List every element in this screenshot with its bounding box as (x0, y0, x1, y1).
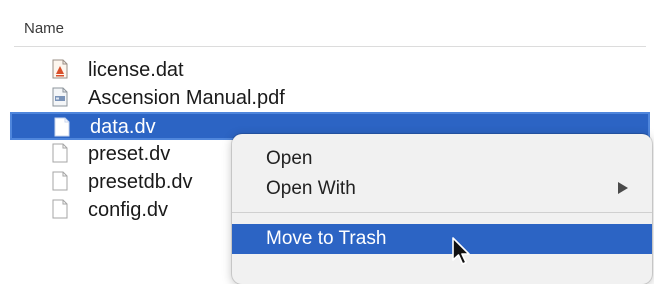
file-name: license.dat (88, 59, 184, 81)
menu-item-open[interactable]: Open (232, 144, 652, 174)
menu-item-label: Open (266, 148, 313, 169)
file-name: presetdb.dv (88, 171, 193, 193)
file-row[interactable]: Ascension Manual.pdf (14, 84, 646, 112)
file-name: data.dv (90, 116, 156, 138)
file-name: preset.dv (88, 143, 171, 165)
menu-item-open-with[interactable]: Open With (232, 174, 652, 204)
column-header-name[interactable]: Name (14, 12, 646, 47)
file-name: config.dv (88, 199, 169, 221)
dat-file-icon (52, 59, 68, 79)
submenu-arrow-icon (618, 182, 628, 194)
column-header-label: Name (24, 20, 65, 37)
finder-window: Name license.dat Ascension Manual.pdf da… (0, 0, 654, 284)
context-menu: Open Open With Move to Trash (232, 134, 652, 284)
file-name: Ascension Manual.pdf (88, 87, 285, 109)
menu-item-label: Open With (266, 178, 356, 199)
menu-item-move-to-trash[interactable]: Move to Trash (232, 224, 652, 254)
pdf-file-icon (52, 87, 68, 107)
blank-file-icon (52, 199, 68, 219)
file-row[interactable]: license.dat (14, 56, 646, 84)
blank-file-icon (52, 171, 68, 191)
blank-file-icon (54, 117, 70, 137)
mouse-pointer-icon (452, 237, 470, 265)
blank-file-icon (52, 143, 68, 163)
menu-item-label: Move to Trash (266, 228, 387, 249)
menu-separator (232, 212, 652, 213)
